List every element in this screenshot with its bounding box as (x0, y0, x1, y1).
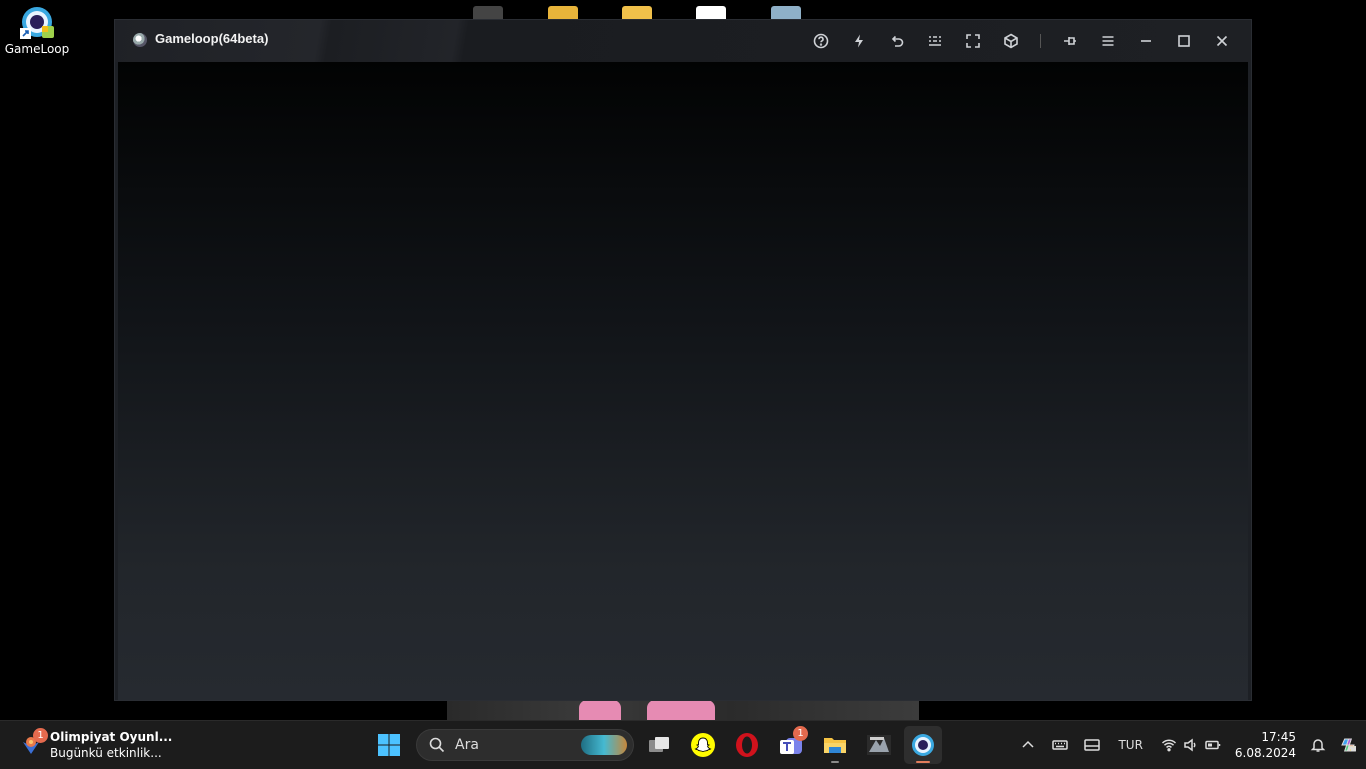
background-wallpaper-image (447, 698, 919, 720)
fullscreen-button[interactable] (962, 30, 984, 52)
running-indicator (831, 761, 839, 763)
taskbar-search[interactable]: Ara (416, 729, 634, 761)
3d-button[interactable] (1000, 30, 1022, 52)
minimize-button[interactable] (1135, 30, 1157, 52)
clock-date: 6.08.2024 (1234, 746, 1296, 760)
keyboard-icon (1052, 740, 1069, 750)
search-icon (429, 737, 445, 753)
wifi-icon (1161, 739, 1176, 752)
taskbar: 1 Olimpiyat Oyunl... Bugünkü etkinlik...… (0, 720, 1366, 769)
taskbar-app-task-view[interactable] (640, 726, 678, 764)
chevron-up-icon (1022, 740, 1034, 748)
taskbar-app-gameloop[interactable] (904, 726, 942, 764)
boost-button[interactable] (848, 30, 870, 52)
taskbar-app-snapchat[interactable] (684, 726, 722, 764)
lightning-icon (855, 34, 863, 48)
taskbar-app-file-explorer[interactable] (816, 726, 854, 764)
task-view-icon (649, 737, 669, 752)
widget-subtitle: Bugünkü etkinlik... (50, 746, 162, 760)
window-controls (794, 30, 1233, 52)
news-widget[interactable]: 1 Olimpiyat Oyunl... Bugünkü etkinlik... (20, 727, 172, 763)
running-indicator (916, 761, 930, 763)
back-button[interactable] (886, 30, 908, 52)
opera-icon (736, 733, 758, 757)
search-highlight-image (581, 735, 627, 755)
notifications-button[interactable] (1310, 737, 1326, 753)
teams-badge: 1 (793, 726, 808, 741)
clock-time: 17:45 (1261, 730, 1296, 744)
widget-badge: 1 (33, 728, 48, 743)
speaker-icon (1184, 738, 1196, 752)
bell-icon (1310, 739, 1326, 752)
system-tray: TUR 17:45 6.08.2024 PRE (1010, 721, 1366, 769)
menu-button[interactable] (1097, 30, 1119, 52)
close-icon (1216, 35, 1228, 47)
pin-button[interactable] (1059, 30, 1081, 52)
widget-text: Olimpiyat Oyunl... Bugünkü etkinlik... (50, 729, 172, 761)
toolbar-separator (1040, 34, 1041, 48)
battery-icon (1205, 740, 1221, 750)
window-title: Gameloop(64beta) (155, 31, 269, 46)
snapchat-icon (691, 733, 715, 757)
app-logo-icon (133, 33, 147, 47)
start-button[interactable] (370, 726, 408, 764)
svg-text:PRE: PRE (1349, 747, 1356, 751)
taskbar-app-game[interactable] (860, 726, 898, 764)
keyboard-grid-icon (929, 36, 941, 46)
taskbar-center: Ara 1 (370, 726, 942, 764)
show-hidden-icons-button[interactable] (1020, 737, 1036, 753)
network-button[interactable] (1161, 737, 1177, 753)
folder-icon (824, 738, 846, 753)
maximize-button[interactable] (1173, 30, 1195, 52)
window-titlebar[interactable]: Gameloop(64beta) (115, 20, 1251, 62)
widget-title: Olimpiyat Oyunl... (50, 730, 173, 744)
minimize-icon (1141, 40, 1151, 42)
gameloop-icon (912, 734, 934, 756)
maximize-icon (1178, 35, 1190, 47)
tablet-icon (1084, 739, 1101, 751)
desktop-icon-label: GameLoop (4, 42, 70, 56)
background-window-strip (465, 0, 810, 22)
desktop-icon-gameloop[interactable]: GameLoop (4, 6, 70, 56)
cube-icon (1004, 33, 1018, 49)
emulator-screen[interactable] (118, 62, 1248, 700)
search-placeholder: Ara (455, 737, 479, 753)
copilot-button[interactable]: PRE (1340, 737, 1356, 753)
taskbar-app-teams[interactable]: 1 (772, 726, 810, 764)
touch-keyboard-button[interactable] (1052, 737, 1069, 753)
language-indicator[interactable]: TUR (1118, 738, 1142, 752)
copilot-icon: PRE (1341, 738, 1356, 752)
windows-logo-icon (378, 734, 400, 756)
gameloop-window: Gameloop(64beta) (115, 20, 1251, 700)
undo-icon (891, 35, 904, 47)
keymapping-button[interactable] (924, 30, 946, 52)
close-button[interactable] (1211, 30, 1233, 52)
clock[interactable]: 17:45 6.08.2024 (1235, 729, 1296, 761)
help-button[interactable] (810, 30, 832, 52)
widget-icon: 1 (20, 728, 48, 756)
taskbar-app-opera[interactable] (728, 726, 766, 764)
game-icon (867, 735, 891, 755)
help-icon (813, 33, 829, 49)
gameloop-logo-icon (20, 6, 54, 40)
pin-icon (1064, 37, 1076, 45)
volume-button[interactable] (1183, 737, 1199, 753)
menu-icon (1102, 36, 1114, 46)
pen-workspace-button[interactable] (1084, 737, 1101, 753)
fullscreen-icon (966, 34, 980, 48)
battery-button[interactable] (1205, 737, 1221, 753)
